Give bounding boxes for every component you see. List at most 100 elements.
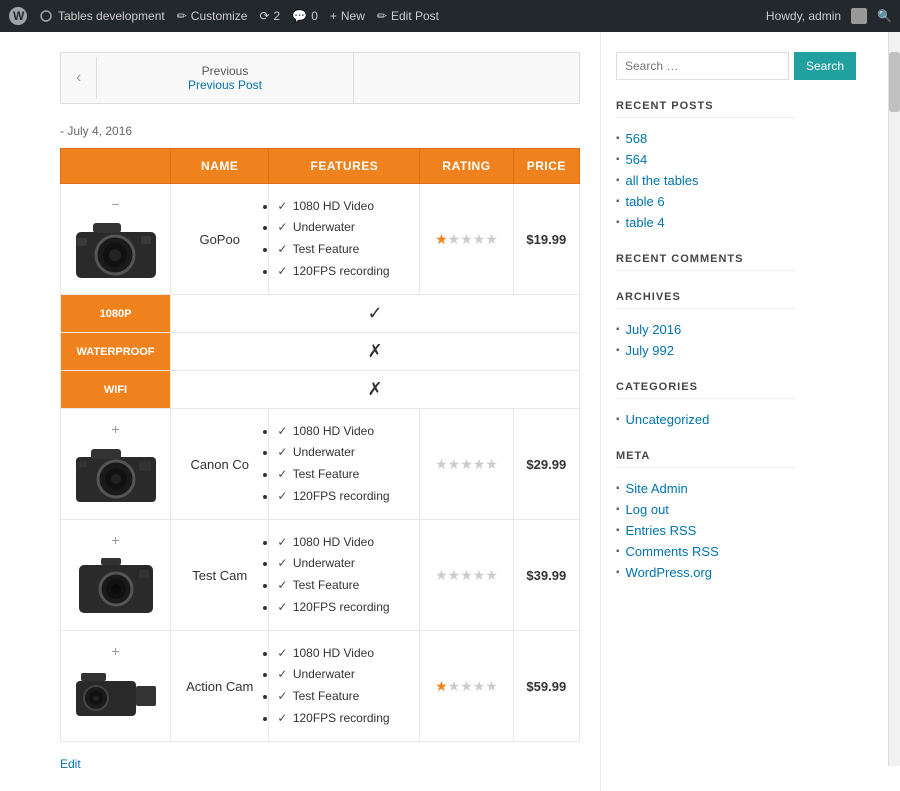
recent-posts-title: RECENT POSTS	[616, 100, 795, 118]
scrollbar[interactable]	[888, 32, 900, 766]
nav-previous: Previous Previous Post	[97, 56, 352, 100]
expand-button[interactable]: +	[106, 419, 124, 439]
admin-avatar	[851, 8, 867, 24]
product-name: Test Cam	[171, 520, 269, 631]
list-item-link[interactable]: Comments RSS	[626, 544, 719, 559]
product-features: ✓ 1080 HD Video✓ Underwater✓ Test Featur…	[269, 520, 420, 631]
col-image	[61, 149, 171, 184]
col-price: PRICE	[513, 149, 579, 184]
table-row: + Action Cam ✓ 1080 HD Video✓ Underwater…	[61, 631, 580, 742]
recent-posts-section: RECENT POSTS 568 564 all the tables table 6…	[616, 100, 795, 233]
product-image-cell: +	[61, 631, 171, 742]
edit-link[interactable]: Edit	[60, 757, 81, 771]
expand-button[interactable]: +	[106, 641, 124, 661]
admin-bar-revisions[interactable]: ⟳ 2	[259, 9, 280, 23]
archives-title: ARCHIVES	[616, 291, 795, 309]
admin-bar-site[interactable]: Tables development	[40, 9, 165, 23]
list-item-link[interactable]: table 4	[626, 215, 665, 230]
list-item-link[interactable]: Site Admin	[626, 481, 688, 496]
feature-label: 1080P	[61, 295, 171, 333]
scrollbar-thumb[interactable]	[889, 52, 900, 112]
archives-section: ARCHIVES July 2016 July 992	[616, 291, 795, 361]
list-item: Comments RSS	[616, 541, 795, 562]
product-image-cell: +	[61, 409, 171, 520]
list-item-link[interactable]: 568	[626, 131, 648, 146]
table-row: − GoPoo ✓ 1080 HD Video✓ Underwater✓ Tes…	[61, 184, 580, 295]
svg-text:W: W	[13, 9, 25, 23]
list-item: 564	[616, 149, 795, 170]
list-item-link[interactable]: Log out	[626, 502, 669, 517]
feature-label: WATERPROOF	[61, 333, 171, 371]
meta-title: META	[616, 450, 795, 468]
product-features: ✓ 1080 HD Video✓ Underwater✓ Test Featur…	[269, 184, 420, 295]
table-header-row: NAME FEATURES RATING PRICE	[61, 149, 580, 184]
feature-row: WATERPROOF ✗	[61, 333, 580, 371]
list-item-link[interactable]: July 2016	[626, 322, 682, 337]
main-content: ‹ Previous Previous Post - July 4, 2016 …	[0, 32, 600, 791]
admin-bar: W Tables development ✏ Customize ⟳ 2 💬 0…	[0, 0, 900, 32]
feature-value: ✗	[171, 371, 580, 409]
list-item: July 2016	[616, 319, 795, 340]
table-row: + Canon Co ✓ 1080 HD Video✓ Underwater✓ …	[61, 409, 580, 520]
product-rating: ★★★★★	[420, 184, 513, 295]
feature-value: ✗	[171, 333, 580, 371]
list-item: Entries RSS	[616, 520, 795, 541]
list-item: July 992	[616, 340, 795, 361]
product-name: Action Cam	[171, 631, 269, 742]
list-item: Site Admin	[616, 478, 795, 499]
nav-back-arrow[interactable]: ‹	[61, 57, 97, 99]
search-button[interactable]: Search	[794, 52, 856, 80]
list-item-link[interactable]: Entries RSS	[626, 523, 697, 538]
feature-row: 1080P ✓	[61, 295, 580, 333]
product-rating: ★★★★★	[420, 520, 513, 631]
list-item-link[interactable]: July 992	[626, 343, 674, 358]
list-item: 568	[616, 128, 795, 149]
comparison-table: NAME FEATURES RATING PRICE − GoPoo ✓ 108…	[60, 148, 580, 742]
expand-button[interactable]: +	[106, 530, 124, 550]
list-item-link[interactable]: table 6	[626, 194, 665, 209]
list-item-link[interactable]: all the tables	[626, 173, 699, 188]
expand-button[interactable]: −	[106, 194, 124, 214]
recent-comments-section: RECENT COMMENTS	[616, 253, 795, 271]
admin-bar-new[interactable]: + New	[330, 9, 365, 23]
search-input[interactable]	[616, 52, 789, 80]
product-rating: ★★★★★	[420, 631, 513, 742]
post-navigation: ‹ Previous Previous Post	[60, 52, 580, 104]
product-features: ✓ 1080 HD Video✓ Underwater✓ Test Featur…	[269, 631, 420, 742]
list-item-link[interactable]: Uncategorized	[626, 412, 710, 427]
list-item-link[interactable]: WordPress.org	[626, 565, 712, 580]
col-name: NAME	[171, 149, 269, 184]
sidebar: Search RECENT POSTS 568 564 all the tables…	[600, 32, 810, 791]
post-date: - July 4, 2016	[60, 124, 580, 138]
meta-section: META Site Admin Log out Entries RSS Comment…	[616, 450, 795, 583]
product-image-cell: −	[61, 184, 171, 295]
admin-bar-comments[interactable]: 💬 0	[292, 9, 318, 23]
product-features: ✓ 1080 HD Video✓ Underwater✓ Test Featur…	[269, 409, 420, 520]
list-item: table 6	[616, 191, 795, 212]
col-features: FEATURES	[269, 149, 420, 184]
wp-logo[interactable]: W	[8, 6, 28, 26]
categories-title: CATEGORIES	[616, 381, 795, 399]
list-item: table 4	[616, 212, 795, 233]
search-icon[interactable]: 🔍	[877, 9, 892, 23]
admin-bar-customize[interactable]: ✏ Customize	[177, 9, 248, 23]
product-rating: ★★★★★	[420, 409, 513, 520]
nav-previous-link[interactable]: Previous Post	[112, 78, 337, 92]
recent-comments-title: RECENT COMMENTS	[616, 253, 795, 271]
feature-row: WIFI ✗	[61, 371, 580, 409]
product-price: $59.99	[513, 631, 579, 742]
table-row: + Test Cam ✓ 1080 HD Video✓ Underwater✓ …	[61, 520, 580, 631]
sidebar-search-section: Search	[616, 52, 795, 80]
nav-next-area	[353, 53, 579, 103]
product-price: $19.99	[513, 184, 579, 295]
list-item-link[interactable]: 564	[626, 152, 648, 167]
list-item: WordPress.org	[616, 562, 795, 583]
col-rating: RATING	[420, 149, 513, 184]
categories-section: CATEGORIES Uncategorized	[616, 381, 795, 430]
list-item: Uncategorized	[616, 409, 795, 430]
list-item: Log out	[616, 499, 795, 520]
admin-howdy: Howdy, admin	[766, 9, 841, 23]
admin-bar-edit[interactable]: ✏ Edit Post	[377, 9, 439, 23]
recent-posts-list: 568 564 all the tables table 6 table 4	[616, 128, 795, 233]
product-name: GoPoo	[171, 184, 269, 295]
